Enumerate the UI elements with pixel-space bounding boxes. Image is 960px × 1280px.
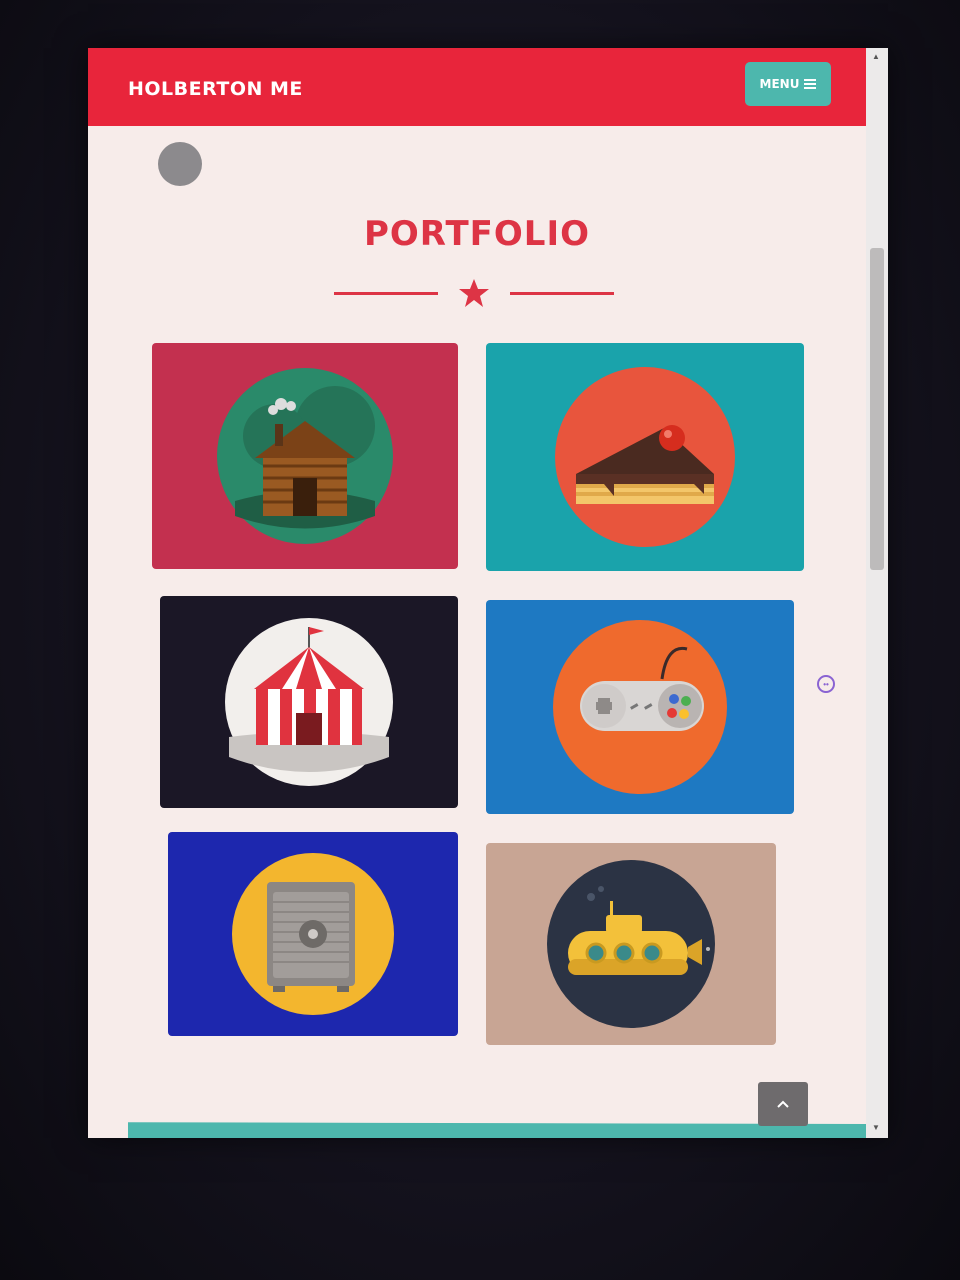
menu-button[interactable]: MENU xyxy=(745,62,831,106)
browser-viewport: HOLBERTON ME MENU PORTFOLIO ▲ ▼ xyxy=(88,48,888,1138)
submarine-icon xyxy=(547,860,715,1028)
chevron-up-icon xyxy=(777,1100,789,1108)
game-controller-icon xyxy=(553,620,727,794)
page-title: PORTFOLIO xyxy=(363,214,590,254)
circus-tent-icon xyxy=(225,618,393,786)
brand-link[interactable]: HOLBERTON ME xyxy=(128,78,303,100)
cabin-icon xyxy=(217,368,393,544)
star-icon xyxy=(459,279,489,307)
vertical-scrollbar[interactable]: ▲ ▼ xyxy=(866,48,888,1138)
title-divider xyxy=(334,278,614,308)
divider-line-left xyxy=(334,292,438,295)
portfolio-item-safe[interactable] xyxy=(168,832,458,1036)
portfolio-item-gamepad[interactable] xyxy=(486,600,794,814)
avatar xyxy=(158,142,202,186)
safe-icon xyxy=(232,853,394,1015)
portfolio-item-circus[interactable] xyxy=(160,596,458,808)
footer-band xyxy=(128,1122,866,1138)
menu-button-label: MENU xyxy=(759,77,800,91)
scroll-up-arrow-icon[interactable]: ▲ xyxy=(872,52,880,61)
hamburger-icon xyxy=(804,77,817,91)
portfolio-item-cake[interactable] xyxy=(486,343,804,571)
portfolio-item-cabin[interactable] xyxy=(152,343,458,569)
back-to-top-button[interactable] xyxy=(758,1082,808,1126)
extension-icon[interactable]: •• xyxy=(817,675,835,693)
cake-icon xyxy=(555,367,735,547)
navbar: HOLBERTON ME MENU xyxy=(88,48,866,126)
divider-line-right xyxy=(510,292,614,295)
scrollbar-thumb[interactable] xyxy=(870,248,884,570)
scroll-down-arrow-icon[interactable]: ▼ xyxy=(872,1123,880,1132)
portfolio-item-submarine[interactable] xyxy=(486,843,776,1045)
